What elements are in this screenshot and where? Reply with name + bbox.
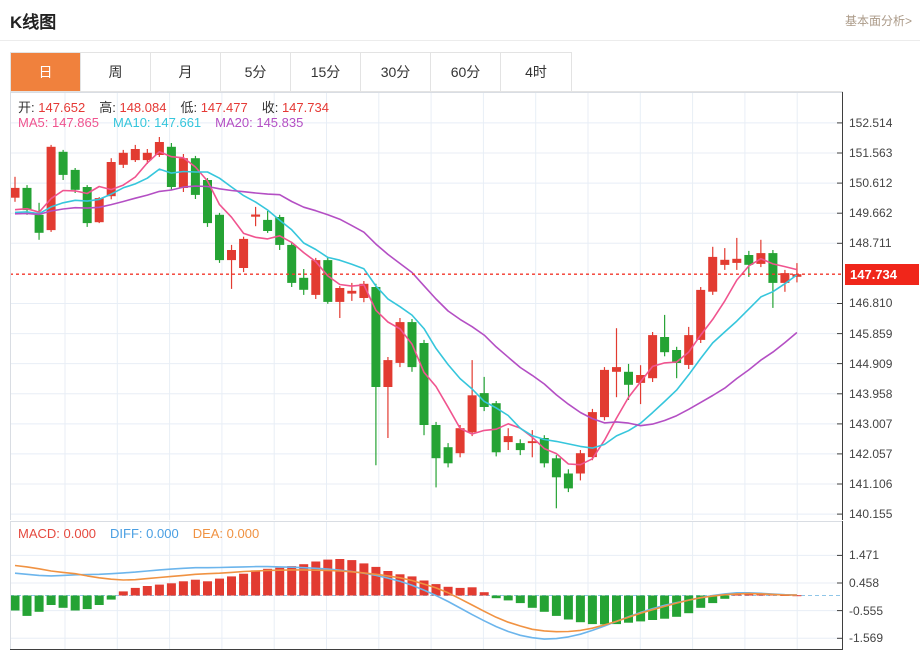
header-divider xyxy=(0,40,920,41)
legend-item: MA5: 147.865 xyxy=(18,115,99,130)
legend-item: MA20: 145.835 xyxy=(215,115,303,130)
y-axis-tick-label: 146.810 xyxy=(849,296,892,310)
interval-tab-bar: 日周月5分15分30分60分4时 xyxy=(10,52,572,92)
y-axis-tick-label: 140.155 xyxy=(849,507,892,521)
fundamental-analysis-link[interactable]: 基本面分析> xyxy=(845,12,912,29)
kline-widget: K线图 基本面分析> 日周月5分15分30分60分4时 开: 147.652 高:… xyxy=(0,0,920,653)
y-axis-tick-label: 141.106 xyxy=(849,477,892,491)
y-axis-tick-label: 150.612 xyxy=(849,176,892,190)
main-chart-canvas[interactable] xyxy=(10,92,843,520)
y-axis-tick-label: 143.007 xyxy=(849,417,892,431)
tab-日[interactable]: 日 xyxy=(11,53,81,91)
y-axis-tick-label: -1.569 xyxy=(849,631,883,645)
y-axis-tick-label: 144.909 xyxy=(849,357,892,371)
ma-legend: MA5: 147.865 MA10: 147.661 MA20: 145.835 xyxy=(18,115,317,130)
tab-60分[interactable]: 60分 xyxy=(431,53,501,91)
tab-周[interactable]: 周 xyxy=(81,53,151,91)
tab-4时[interactable]: 4时 xyxy=(501,53,571,91)
legend-item: MACD: 0.000 xyxy=(18,526,96,541)
legend-item: 高: 148.084 xyxy=(99,100,166,115)
legend-item: DIFF: 0.000 xyxy=(110,526,179,541)
tab-30分[interactable]: 30分 xyxy=(361,53,431,91)
legend-item: 开: 147.652 xyxy=(18,100,85,115)
legend-item: 低: 147.477 xyxy=(180,100,247,115)
tab-5分[interactable]: 5分 xyxy=(221,53,291,91)
y-axis-tick-label: 0.458 xyxy=(849,576,879,590)
y-axis-tick-label: -0.555 xyxy=(849,604,883,618)
y-axis-tick-label: 148.711 xyxy=(849,236,892,250)
macd-legend: MACD: 0.000 DIFF: 0.000 DEA: 0.000 xyxy=(18,526,273,541)
page-title: K线图 xyxy=(10,8,56,33)
legend-item: DEA: 0.000 xyxy=(193,526,260,541)
ohlc-legend: 开: 147.652 高: 148.084 低: 147.477 收: 147.734 xyxy=(18,97,343,116)
y-axis-tick-label: 152.514 xyxy=(849,116,892,130)
y-axis-tick-label: 149.662 xyxy=(849,206,892,220)
legend-item: 收: 147.734 xyxy=(262,100,329,115)
legend-item: MA10: 147.661 xyxy=(113,115,201,130)
tab-月[interactable]: 月 xyxy=(151,53,221,91)
current-price-tag: 147.734 xyxy=(845,264,919,285)
y-axis-tick-label: 145.859 xyxy=(849,327,892,341)
y-axis-tick-label: 1.471 xyxy=(849,548,879,562)
tab-15分[interactable]: 15分 xyxy=(291,53,361,91)
y-axis-tick-label: 143.958 xyxy=(849,387,892,401)
y-axis-tick-label: 151.563 xyxy=(849,146,892,160)
y-axis-tick-label: 142.057 xyxy=(849,447,892,461)
